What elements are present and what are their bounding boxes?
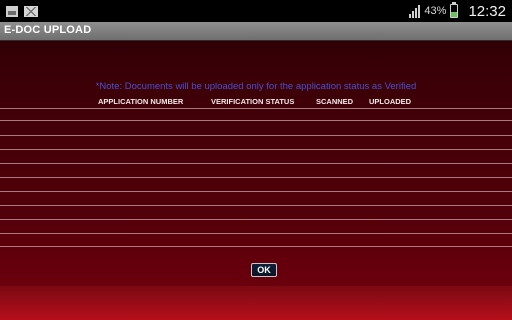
table-divider	[0, 191, 512, 192]
table-divider	[0, 108, 512, 109]
upload-note: *Note: Documents will be uploaded only f…	[95, 81, 417, 92]
table-divider	[0, 219, 512, 220]
status-bar: 43% 12:32	[0, 0, 512, 22]
clock: 12:32	[468, 2, 506, 20]
table-divider	[0, 205, 512, 206]
title-bar: E-DOC UPLOAD	[0, 22, 512, 41]
column-header-uploaded: UPLOADED	[369, 97, 412, 106]
picture-icon	[6, 5, 18, 17]
battery-icon	[450, 2, 459, 18]
signal-icon	[409, 4, 421, 18]
table-divider	[0, 135, 512, 136]
notification-icons	[6, 3, 38, 19]
table-divider	[0, 177, 512, 178]
table-header: APPLICATION NUMBER VERIFICATION STATUS S…	[0, 96, 512, 108]
table-divider	[0, 120, 512, 121]
battery-level-fill	[451, 11, 458, 17]
table-divider	[0, 163, 512, 164]
content-area: *Note: Documents will be uploaded only f…	[0, 41, 512, 320]
table-divider	[0, 233, 512, 234]
system-tray: 43% 12:32	[409, 0, 506, 22]
column-header-scanned: SCANNED	[316, 97, 354, 106]
ok-button[interactable]: OK	[251, 263, 277, 277]
gmail-icon	[24, 5, 38, 17]
column-header-verification-status: VERIFICATION STATUS	[211, 97, 295, 106]
table-divider	[0, 246, 512, 247]
panel-footer	[0, 286, 512, 320]
table-divider	[0, 149, 512, 150]
column-header-application-number: APPLICATION NUMBER	[98, 97, 184, 106]
page-title: E-DOC UPLOAD	[4, 24, 92, 36]
upload-panel: *Note: Documents will be uploaded only f…	[0, 41, 512, 286]
battery-percent: 43%	[424, 5, 447, 17]
